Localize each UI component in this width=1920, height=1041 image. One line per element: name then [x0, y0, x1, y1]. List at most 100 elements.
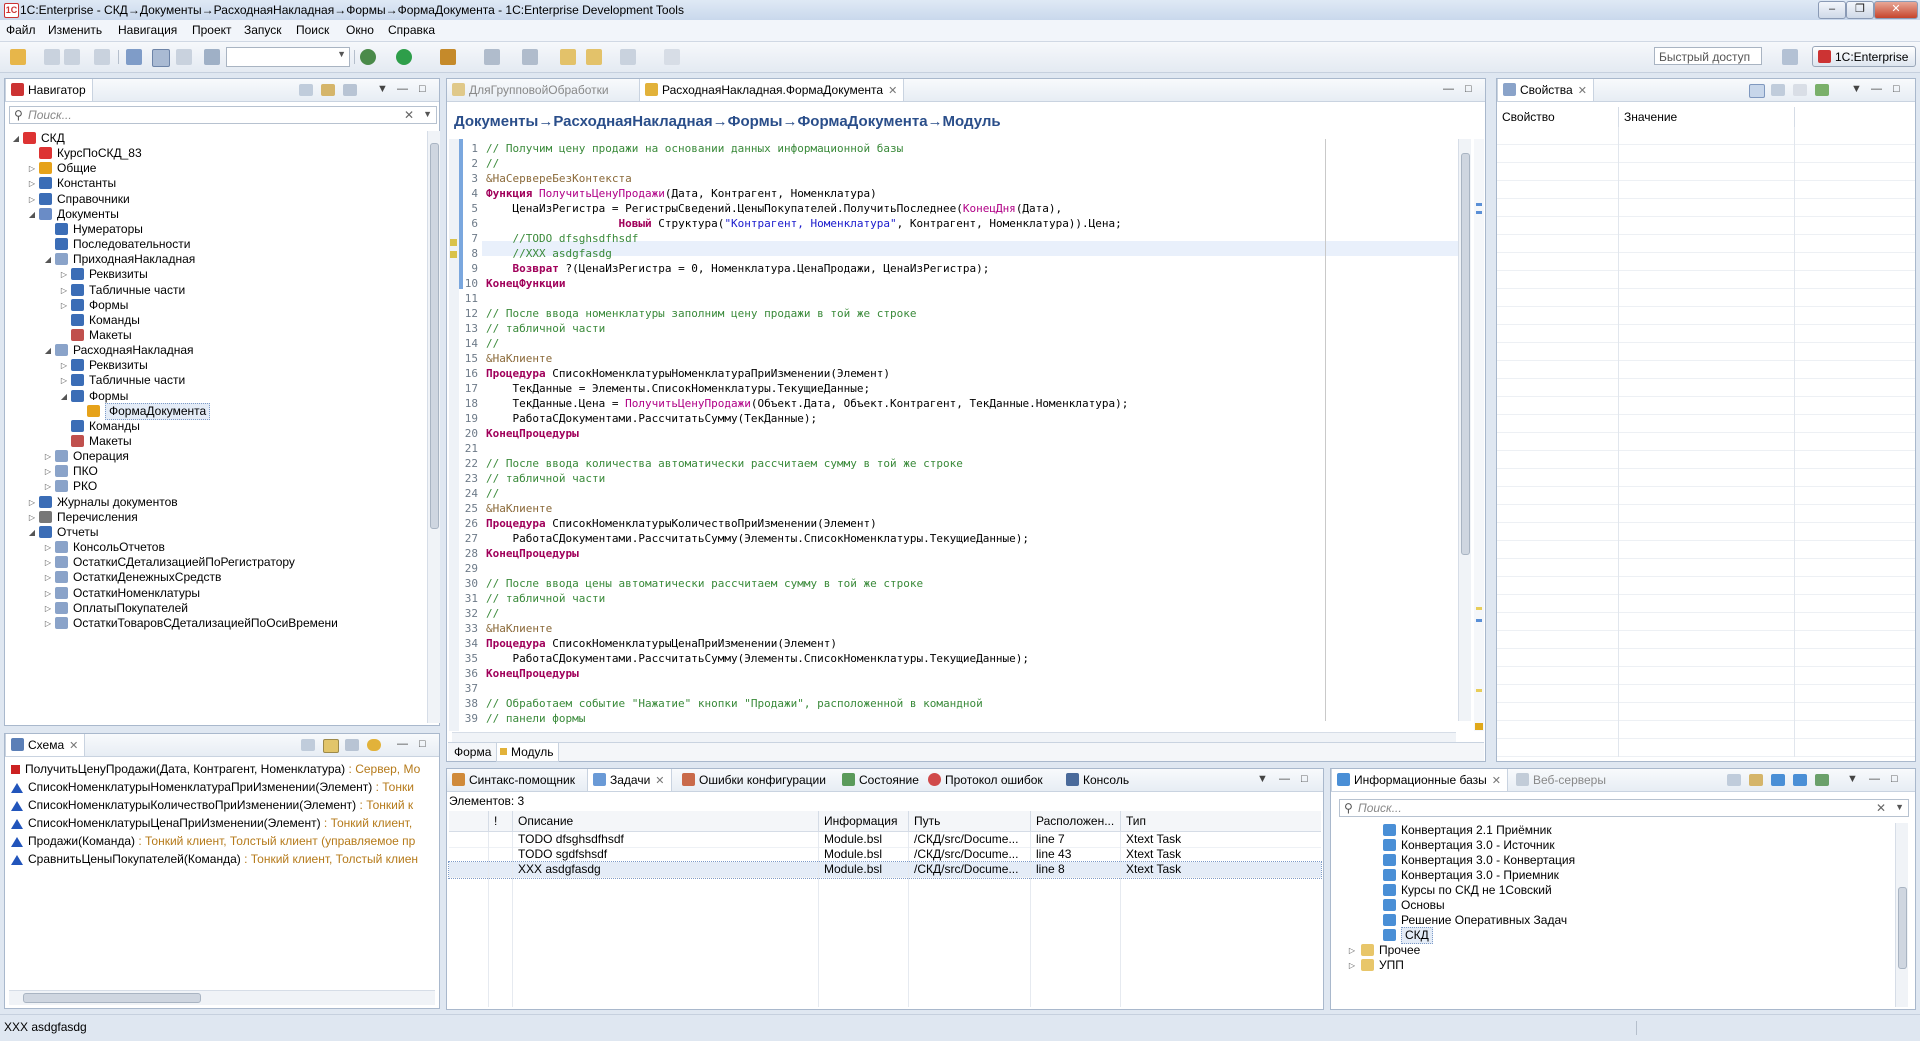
- code-line[interactable]: //: [486, 606, 499, 621]
- tree-item[interactable]: ▷ Реквизиты: [5, 358, 425, 373]
- code-line[interactable]: РаботаСДокументами.РассчитатьСумму(Элеме…: [486, 531, 1029, 546]
- editor-scroll-thumb[interactable]: [1461, 153, 1470, 555]
- tree-item[interactable]: ▷ ОстаткиНоменклатуры: [5, 586, 425, 601]
- tree-item[interactable]: ▷ Общие: [5, 161, 425, 176]
- tree-item[interactable]: ▷ Формы: [5, 298, 425, 313]
- tree-item[interactable]: Команды: [5, 419, 425, 434]
- tree-item[interactable]: ◢ РасходнаяНакладная: [5, 343, 425, 358]
- code-line[interactable]: //: [486, 486, 499, 501]
- infobase-item[interactable]: Основы: [1331, 898, 1891, 913]
- schema-item[interactable]: СписокНоменклатурыНоменклатураПриИзменен…: [11, 778, 414, 796]
- minimize-icon[interactable]: —: [1443, 83, 1454, 95]
- search-options-icon[interactable]: ▼: [423, 109, 432, 119]
- code-line[interactable]: // панели формы: [486, 711, 585, 726]
- infobase-item[interactable]: ▷ Прочее: [1331, 943, 1891, 958]
- tree-item[interactable]: ◢ СКД: [5, 131, 425, 146]
- tab-navigator[interactable]: Навигатор: [5, 79, 93, 101]
- advanced-icon[interactable]: [1771, 84, 1785, 96]
- infobase-item[interactable]: Конвертация 2.1 Приёмник: [1331, 823, 1891, 838]
- tree-item[interactable]: ▷ КонсольОтчетов: [5, 540, 425, 555]
- minimize-icon[interactable]: —: [1869, 773, 1880, 785]
- collapsed-icon[interactable]: ▷: [1347, 958, 1357, 973]
- code-line[interactable]: // табличной части: [486, 471, 605, 486]
- collapsed-icon[interactable]: ▷: [43, 449, 53, 464]
- maximize-icon[interactable]: □: [1465, 83, 1472, 95]
- schema-hscrollbar[interactable]: [9, 990, 435, 1005]
- schema-item[interactable]: СписокНоменклатурыЦенаПриИзменении(Элеме…: [11, 814, 412, 832]
- code-line[interactable]: // Обработаем событие "Нажатие" кнопки "…: [486, 696, 983, 711]
- overview-marker[interactable]: [1476, 689, 1482, 692]
- clear-search-icon[interactable]: ✕: [1876, 801, 1886, 815]
- expanded-icon[interactable]: ◢: [43, 252, 53, 267]
- schema-item[interactable]: Продажи(Команда) : Тонкий клиент, Толсты…: [11, 832, 415, 850]
- maximize-icon[interactable]: □: [1893, 83, 1900, 95]
- tree-item[interactable]: ▷ Табличные части: [5, 373, 425, 388]
- collapsed-icon[interactable]: ▷: [43, 616, 53, 631]
- column-location[interactable]: Расположен...: [1031, 811, 1121, 831]
- close-tab-icon[interactable]: ✕: [69, 740, 78, 752]
- tree-item[interactable]: ◢ Формы: [5, 389, 425, 404]
- tree-item[interactable]: ▷ ОстаткиСДетализациейПоРегистратору: [5, 555, 425, 570]
- collapsed-icon[interactable]: ▷: [43, 570, 53, 585]
- column-path[interactable]: Путь: [909, 811, 1031, 831]
- code-line[interactable]: ТекДанные.Цена = ПолучитьЦенуПродажи(Объ…: [486, 396, 1128, 411]
- tree-item[interactable]: КурсПоСКД_83: [5, 146, 425, 161]
- tree-item[interactable]: ▷ Табличные части: [5, 283, 425, 298]
- save-all-icon[interactable]: [64, 49, 80, 65]
- overview-marker[interactable]: [1476, 619, 1482, 622]
- code-line[interactable]: // После ввода цены автоматически рассчи…: [486, 576, 923, 591]
- code-line[interactable]: // табличной части: [486, 591, 605, 606]
- history-icon[interactable]: [176, 49, 192, 65]
- column-value[interactable]: Значение: [1619, 107, 1795, 127]
- overview-summary-marker[interactable]: [1475, 723, 1483, 730]
- code-line[interactable]: //: [486, 156, 499, 171]
- tab-tasks[interactable]: Задачи ✕: [587, 769, 672, 791]
- schema-item[interactable]: СписокНоменклатурыКоличествоПриИзменении…: [11, 796, 413, 814]
- tree-item[interactable]: ▷ Справочники: [5, 192, 425, 207]
- add-group-icon[interactable]: [1793, 774, 1807, 786]
- infobase-item[interactable]: Конвертация 3.0 - Приемник: [1331, 868, 1891, 883]
- expanded-icon[interactable]: ◢: [11, 131, 21, 146]
- collapsed-icon[interactable]: ▷: [59, 358, 69, 373]
- previous-annotation-icon[interactable]: [522, 49, 538, 65]
- collapse-all-icon[interactable]: [1727, 774, 1741, 786]
- tree-item[interactable]: ▷ РКО: [5, 479, 425, 494]
- tree-item[interactable]: ◢ ПриходнаяНакладная: [5, 252, 425, 267]
- tree-item[interactable]: ▷ Операция: [5, 449, 425, 464]
- open-perspective-icon[interactable]: [1782, 49, 1798, 65]
- tree-item[interactable]: ▷ ПКО: [5, 464, 425, 479]
- categories-icon[interactable]: [1749, 84, 1765, 98]
- code-line[interactable]: РаботаСДокументами.РассчитатьСумму(Элеме…: [486, 651, 1029, 666]
- add-infobase-icon[interactable]: [1771, 774, 1785, 786]
- column-type[interactable]: Тип: [1121, 811, 1321, 831]
- collapsed-icon[interactable]: ▷: [43, 479, 53, 494]
- tab-console[interactable]: Консоль: [1061, 769, 1135, 791]
- tab-infobases[interactable]: Информационные базы ✕: [1331, 769, 1509, 791]
- tree-item[interactable]: ▷ Реквизиты: [5, 267, 425, 282]
- import-icon[interactable]: [1815, 774, 1829, 786]
- navigator-scroll-thumb[interactable]: [430, 143, 439, 529]
- menu-help[interactable]: Справка: [388, 23, 435, 37]
- column-priority[interactable]: !: [489, 811, 513, 831]
- maximize-icon[interactable]: □: [419, 83, 426, 95]
- tree-item[interactable]: ФормаДокумента: [5, 402, 425, 420]
- new-icon[interactable]: [10, 49, 26, 65]
- infobase-item[interactable]: Конвертация 3.0 - Источник: [1331, 838, 1891, 853]
- column-information[interactable]: Информация: [819, 811, 909, 831]
- infobase-item[interactable]: Курсы по СКД не 1Совский: [1331, 883, 1891, 898]
- tab-config-errors[interactable]: Ошибки конфигурации: [677, 769, 832, 791]
- column-description[interactable]: Описание: [513, 811, 819, 831]
- code-line[interactable]: &НаКлиенте: [486, 351, 552, 366]
- last-edit-icon[interactable]: [560, 49, 576, 65]
- code-line[interactable]: РаботаСДокументами.РассчитатьСумму(ТекДа…: [486, 411, 817, 426]
- infobases-search-box[interactable]: ⚲ Поиск... ✕ ▼: [1339, 799, 1909, 817]
- collapsed-icon[interactable]: ▷: [1347, 943, 1357, 958]
- view-menu-icon[interactable]: ▼: [1851, 83, 1862, 95]
- menu-search[interactable]: Поиск: [296, 23, 329, 37]
- close-window-button[interactable]: ✕: [1874, 1, 1918, 19]
- table-row[interactable]: TODO sgdfshsdf Module.bsl/СКД/src/Docume.…: [449, 847, 1321, 863]
- perspective-button[interactable]: 1C:Enterprise: [1812, 46, 1916, 67]
- view-menu-icon[interactable]: ▼: [377, 83, 388, 95]
- schema-hscroll-thumb[interactable]: [23, 993, 201, 1003]
- menu-file[interactable]: Файл: [6, 23, 36, 37]
